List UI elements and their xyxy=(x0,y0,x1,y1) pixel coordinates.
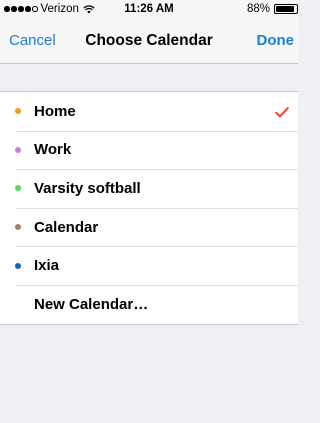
calendar-color-dot xyxy=(15,185,21,192)
new-calendar-button[interactable]: New Calendar… xyxy=(0,284,298,324)
status-right: 88% xyxy=(247,3,298,15)
calendar-color-dot xyxy=(15,224,21,231)
calendar-color-dot xyxy=(15,108,21,115)
cancel-button[interactable]: Cancel xyxy=(9,32,56,49)
battery-fill xyxy=(276,6,294,12)
calendar-list: Home Work Varsity softball Calendar Ixia… xyxy=(0,91,298,325)
calendar-label: Home xyxy=(34,102,76,120)
calendar-row-home[interactable]: Home xyxy=(0,92,298,131)
calendar-label: Varsity softball xyxy=(34,179,141,197)
calendar-color-dot xyxy=(15,146,21,153)
done-button[interactable]: Done xyxy=(257,32,295,49)
calendar-row-ixia[interactable]: Ixia xyxy=(0,246,298,285)
new-calendar-label: New Calendar… xyxy=(34,295,149,313)
status-bar: Verizon 11:26 AM 88% xyxy=(0,0,298,20)
battery-percent: 88% xyxy=(246,3,270,15)
battery-icon xyxy=(274,4,298,14)
calendar-label: Ixia xyxy=(34,257,60,275)
checkmark-icon xyxy=(275,105,289,118)
choose-calendar-screen: Verizon 11:26 AM 88% Cancel Choose Calen… xyxy=(0,0,298,423)
calendar-row-varsity-softball[interactable]: Varsity softball xyxy=(0,169,298,208)
calendar-row-calendar[interactable]: Calendar xyxy=(0,207,298,247)
calendar-row-work[interactable]: Work xyxy=(0,130,298,170)
navigation-bar: Cancel Choose Calendar Done xyxy=(0,20,298,64)
calendar-color-dot xyxy=(15,262,21,269)
calendar-label: Calendar xyxy=(34,218,99,236)
calendar-label: Work xyxy=(34,141,72,159)
